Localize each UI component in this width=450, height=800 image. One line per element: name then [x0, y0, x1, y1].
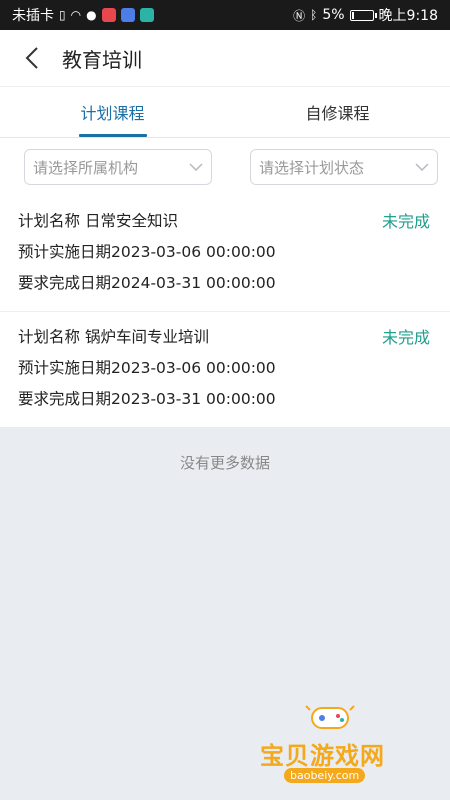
- plan-start-date: 2023-03-06 00:00:00: [111, 243, 276, 261]
- sim-status: 未插卡: [12, 8, 54, 24]
- battery-percent: 5%: [322, 7, 345, 23]
- plan-name: 锅炉车间专业培训: [84, 328, 209, 346]
- app-icon-teal: [139, 8, 154, 22]
- chevron-left-icon: [25, 47, 38, 69]
- plan-start-row: 预计实施日期2023-03-06 00:00:00: [18, 353, 276, 384]
- title-bar: 教育培训: [0, 30, 450, 86]
- watermark-text: 宝贝游戏网: [260, 742, 385, 770]
- gamepad-icon: [305, 705, 355, 729]
- plan-name-row: 计划名称 日常安全知识: [18, 206, 178, 237]
- tab-self-study-courses[interactable]: 自修课程: [225, 87, 450, 137]
- plan-name-label: 计划名称: [18, 328, 81, 346]
- no-more-data-text: 没有更多数据: [179, 454, 270, 472]
- plan-status-select-placeholder: 请选择计划状态: [259, 158, 365, 177]
- org-select-placeholder: 请选择所属机构: [33, 158, 139, 177]
- plan-list: 计划名称 日常安全知识 未完成 预计实施日期2023-03-06 00:00:0…: [0, 196, 450, 427]
- watermark-logo: 宝贝游戏网 baobeiy.com: [260, 698, 420, 783]
- plan-start-date: 2023-03-06 00:00:00: [111, 359, 276, 377]
- plan-name-row: 计划名称 锅炉车间专业培训: [18, 322, 209, 353]
- nfc-icon: Ⓝ: [293, 8, 306, 23]
- chevron-down-icon: [415, 163, 429, 171]
- plan-status: 未完成: [381, 212, 430, 231]
- app-icon-red: [101, 8, 116, 22]
- plan-due-label: 要求完成日期: [18, 274, 112, 292]
- plan-due-label: 要求完成日期: [18, 390, 112, 408]
- wechat-icon: ●: [86, 8, 97, 22]
- clock: 晚上9:18: [378, 8, 438, 24]
- plan-status: 未完成: [381, 328, 430, 347]
- tab-planned-courses[interactable]: 计划课程: [0, 87, 225, 137]
- filter-bar: 请选择所属机构 请选择计划状态: [0, 138, 450, 196]
- app-icon-blue: [120, 8, 135, 22]
- tab-bar: 计划课程 自修课程: [0, 86, 450, 138]
- plan-name: 日常安全知识: [84, 212, 178, 230]
- plan-list-item[interactable]: 计划名称 锅炉车间专业培训 未完成 预计实施日期2023-03-06 00:00…: [0, 312, 450, 427]
- plan-due-date: 2023-03-31 00:00:00: [111, 390, 276, 408]
- plan-start-label: 预计实施日期: [18, 243, 112, 261]
- plan-list-item[interactable]: 计划名称 日常安全知识 未完成 预计实施日期2023-03-06 00:00:0…: [0, 196, 450, 312]
- plan-start-label: 预计实施日期: [18, 359, 112, 377]
- watermark-url: baobeiy.com: [284, 768, 366, 783]
- battery-icon: [349, 9, 377, 21]
- back-button[interactable]: [22, 47, 42, 69]
- sim-icon: ▯: [59, 8, 66, 22]
- plan-name-label: 计划名称: [18, 212, 81, 230]
- plan-start-row: 预计实施日期2023-03-06 00:00:00: [18, 237, 276, 268]
- chevron-down-icon: [189, 163, 203, 171]
- org-select[interactable]: 请选择所属机构: [24, 149, 212, 185]
- plan-due-row: 要求完成日期2024-03-31 00:00:00: [18, 268, 276, 299]
- wifi-icon: ◠: [70, 8, 82, 22]
- status-bar: 未插卡 ▯ ◠ ● Ⓝ ᛒ 5% 晚上9:18: [0, 0, 450, 30]
- plan-due-date: 2024-03-31 00:00:00: [111, 274, 276, 292]
- bluetooth-icon: ᛒ: [310, 8, 318, 22]
- plan-status-select[interactable]: 请选择计划状态: [250, 149, 438, 185]
- page-title: 教育培训: [62, 47, 142, 72]
- plan-due-row: 要求完成日期2023-03-31 00:00:00: [18, 384, 276, 415]
